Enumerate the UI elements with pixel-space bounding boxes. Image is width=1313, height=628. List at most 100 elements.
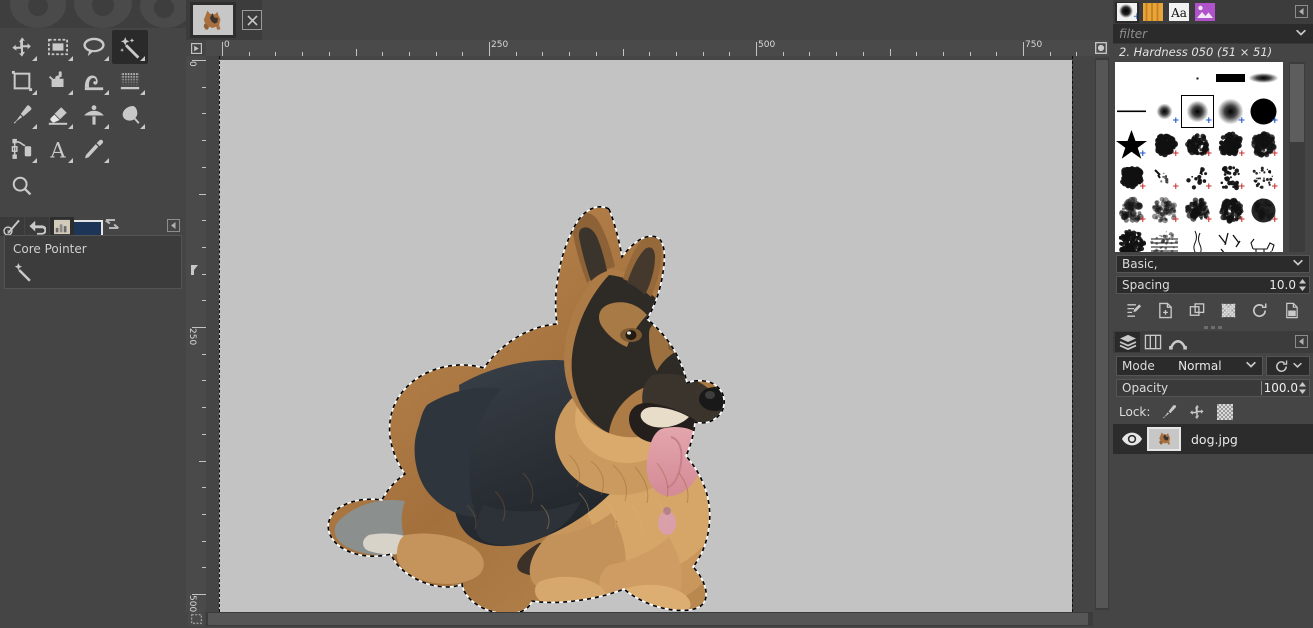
toolbox-dock-tabs: i (0, 216, 186, 236)
close-tab-icon[interactable] (242, 10, 262, 30)
warp-transform-tool[interactable] (76, 64, 112, 98)
vertical-ruler-position-marker (190, 264, 200, 278)
brush-grid[interactable]: + + + + + + + + + + + + + + + + + + + (1115, 62, 1283, 252)
tool-corner-marker (32, 124, 37, 129)
paths-tool[interactable] (4, 132, 40, 166)
dock-collapse-icon[interactable] (1295, 5, 1308, 18)
free-select-tool[interactable] (76, 30, 112, 64)
scrollbar-thumb[interactable] (1290, 64, 1304, 142)
text-tool[interactable]: A (40, 132, 76, 166)
toolbox: A i Core Pointer (0, 0, 186, 628)
brush-cell[interactable] (1115, 227, 1148, 252)
move-tool[interactable] (4, 30, 40, 64)
tool-corner-marker (68, 158, 73, 163)
spacing-value[interactable]: 10.0 (1269, 278, 1298, 292)
fuzzy-select-tool[interactable] (112, 30, 148, 64)
tab-brushes[interactable]: + (1115, 1, 1139, 23)
lock-position-icon[interactable] (1188, 403, 1206, 421)
brush-cell[interactable] (1214, 62, 1247, 95)
layers-collapse-icon[interactable] (1295, 335, 1308, 348)
right-dock: + Aa filter 2. Hardness 050 (51 × 51) + … (1113, 0, 1313, 628)
tab-fonts[interactable]: Aa (1167, 1, 1191, 23)
brush-grid-scrollbar[interactable] (1289, 62, 1305, 252)
canvas-vertical-scrollbar[interactable] (1095, 58, 1109, 610)
tab-channels[interactable] (1140, 332, 1165, 352)
brush-tag-marker: + (1139, 215, 1147, 225)
tab-images[interactable] (50, 217, 74, 236)
refresh-brushes-icon[interactable] (1249, 300, 1271, 320)
tool-corner-marker (32, 90, 37, 95)
dog-image-with-selection (309, 205, 809, 612)
tab-paths[interactable] (1165, 332, 1190, 352)
image-tab-thumbnail (193, 5, 233, 35)
brush-tag-marker: + (1271, 149, 1279, 159)
tab-document-history[interactable] (1193, 1, 1217, 23)
clone-tool[interactable] (76, 98, 112, 132)
mode-value: Normal (1178, 359, 1222, 373)
layer-row-dog[interactable]: dog.jpg (1113, 424, 1313, 454)
brush-cell[interactable] (1148, 62, 1181, 95)
opacity-stepper[interactable] (1298, 381, 1307, 395)
horizontal-ruler[interactable]: 0 250 500 750 (206, 40, 1093, 56)
lock-pixels-icon[interactable] (1160, 403, 1178, 421)
brush-cell[interactable] (1181, 62, 1214, 95)
layer-opacity-control[interactable]: Opacity 100.0 (1116, 379, 1310, 397)
tool-corner-marker (32, 56, 37, 61)
bucket-fill-tool[interactable] (40, 64, 76, 98)
brush-tag-selector[interactable]: Basic, (1116, 255, 1310, 273)
canvas-horizontal-scrollbar[interactable] (206, 612, 1093, 626)
scrollbar-thumb[interactable] (1096, 60, 1108, 608)
canvas-viewport[interactable] (206, 56, 1093, 612)
image-canvas[interactable] (219, 60, 1072, 612)
lock-alpha-icon[interactable] (1216, 403, 1234, 421)
lock-label: Lock: (1119, 405, 1151, 419)
quick-mask-toggle[interactable] (188, 612, 204, 626)
brush-cell[interactable] (1181, 227, 1214, 252)
brush-cell[interactable] (1247, 227, 1280, 252)
smudge-tool[interactable] (112, 98, 148, 132)
tab-patterns[interactable] (1141, 1, 1165, 23)
duplicate-brush-icon[interactable] (1186, 300, 1208, 320)
brush-spacing-control[interactable]: Spacing 10.0 (1116, 276, 1310, 294)
brush-cell[interactable] (1247, 62, 1280, 95)
image-tab-dog[interactable] (190, 2, 236, 38)
image-tab-strip (186, 0, 1113, 40)
brush-cell[interactable] (1148, 227, 1181, 252)
spacing-stepper[interactable] (1298, 278, 1307, 292)
color-picker-tool[interactable] (76, 132, 112, 166)
brush-cell[interactable] (1214, 227, 1247, 252)
ruler-origin-button[interactable] (186, 40, 206, 56)
layer-list[interactable]: dog.jpg (1113, 424, 1313, 454)
tab-layers[interactable] (1115, 332, 1140, 352)
navigation-preview-button[interactable] (1093, 40, 1109, 56)
gradient-tool[interactable] (112, 64, 148, 98)
rectangle-select-tool[interactable] (40, 30, 76, 64)
crop-tool[interactable] (4, 64, 40, 98)
dock-separator-grip[interactable] (1113, 323, 1313, 331)
brush-cell[interactable] (1115, 95, 1148, 128)
scrollbar-thumb[interactable] (208, 613, 1088, 625)
eraser-tool[interactable] (40, 98, 76, 132)
toolbox-collapse-icon[interactable] (167, 219, 180, 232)
layer-mode-selector[interactable]: Mode Normal (1116, 356, 1263, 376)
tab-undo-history[interactable] (25, 217, 49, 236)
tool-corner-marker (104, 56, 109, 61)
edit-brush-icon[interactable] (1124, 300, 1146, 320)
brush-filter-input[interactable] (1119, 26, 1295, 41)
delete-brush-icon[interactable] (1218, 300, 1240, 320)
layer-blend-space-button[interactable] (1266, 356, 1310, 376)
brush-cell[interactable] (1115, 62, 1148, 95)
brush-tag-marker: + (1238, 116, 1246, 126)
tab-device-status[interactable]: i (0, 217, 24, 236)
chevron-down-icon[interactable] (1295, 27, 1307, 41)
open-brush-as-image-icon[interactable] (1280, 300, 1302, 320)
vertical-ruler[interactable]: 0 250 500 (186, 56, 206, 612)
device-tool-icon (13, 262, 173, 285)
new-brush-icon[interactable] (1155, 300, 1177, 320)
zoom-tool[interactable] (4, 169, 40, 203)
brush-tag-marker: + (1271, 215, 1279, 225)
ruler-label: 250 (491, 40, 509, 50)
opacity-value[interactable]: 100.0 (1260, 381, 1298, 395)
layer-visibility-icon[interactable] (1117, 432, 1147, 446)
paintbrush-tool[interactable] (4, 98, 40, 132)
